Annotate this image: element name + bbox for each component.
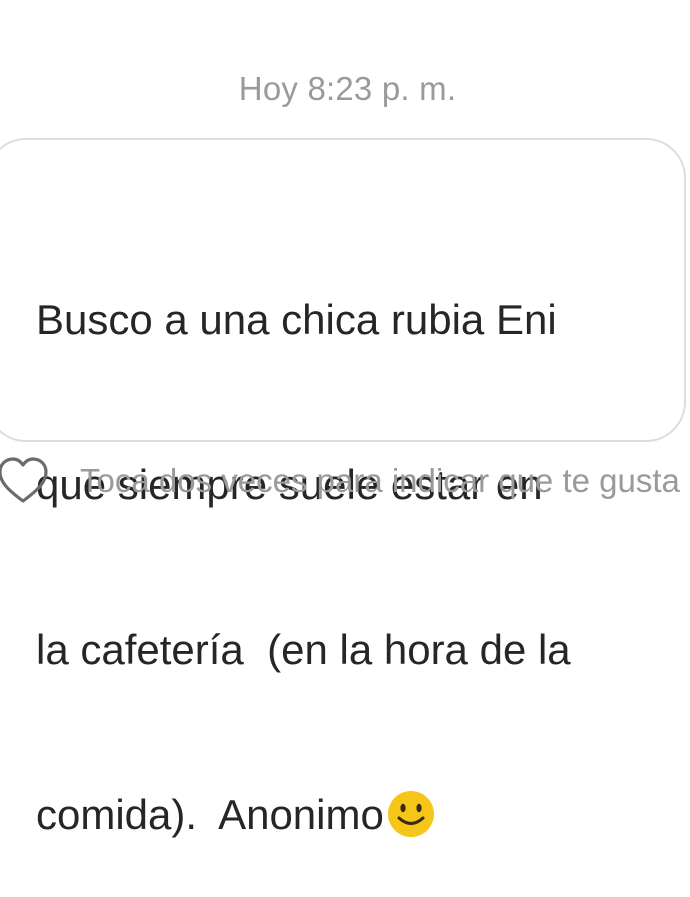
heart-icon[interactable] — [0, 455, 50, 507]
message-line-last: comida). Anonimo — [36, 787, 666, 842]
message-timestamp: Hoy 8:23 p. m. — [238, 70, 457, 107]
message-line: la cafetería (en la hora de la — [36, 626, 571, 673]
message-line: comida). Anonimo — [36, 791, 384, 838]
double-tap-like-hint: Toca dos veces para indicar que te gusta — [80, 462, 680, 499]
message-text: Busco a una chica rubia Eni que siempre … — [36, 182, 666, 897]
message-line: Busco a una chica rubia Eni — [36, 296, 557, 343]
smiling-face-icon — [387, 791, 434, 837]
